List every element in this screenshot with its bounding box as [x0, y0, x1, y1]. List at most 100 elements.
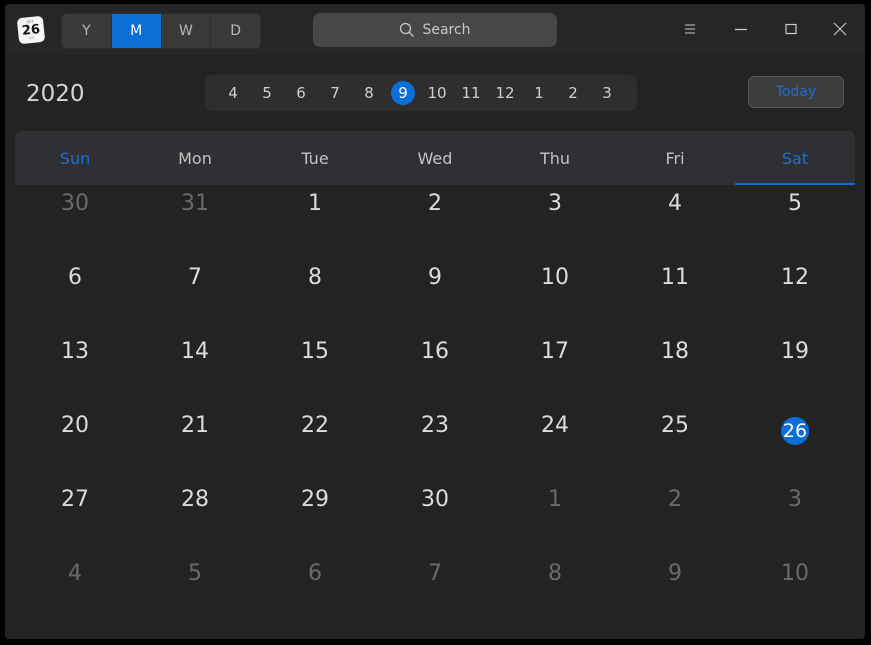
- day-cell[interactable]: 31: [135, 185, 255, 259]
- day-cell[interactable]: 15: [255, 333, 375, 407]
- day-cell[interactable]: 10: [495, 259, 615, 333]
- month-item[interactable]: 5: [250, 80, 284, 106]
- day-cell[interactable]: 10: [735, 555, 855, 629]
- day-cell[interactable]: 5: [735, 185, 855, 259]
- weekday-thu: Thu: [539, 148, 571, 168]
- day-number: 8: [308, 264, 322, 290]
- day-cell[interactable]: 5: [135, 555, 255, 629]
- day-number: 3: [788, 486, 802, 512]
- day-cell[interactable]: 3: [735, 481, 855, 555]
- close-icon: [833, 22, 847, 36]
- month-label: 7: [330, 84, 340, 102]
- day-cell[interactable]: 2: [615, 481, 735, 555]
- today-button[interactable]: Today: [748, 76, 844, 108]
- view-week-button[interactable]: W: [162, 14, 212, 48]
- day-cell[interactable]: 2: [375, 185, 495, 259]
- day-cell[interactable]: 1: [255, 185, 375, 259]
- day-cell[interactable]: 7: [135, 259, 255, 333]
- day-cell[interactable]: 29: [255, 481, 375, 555]
- calendar-app-icon: SEP 26 SAT: [16, 15, 46, 45]
- month-item[interactable]: 10: [420, 80, 454, 106]
- day-number: 4: [668, 190, 682, 216]
- day-cell[interactable]: 4: [615, 185, 735, 259]
- search-input[interactable]: Search: [313, 13, 557, 47]
- day-cell[interactable]: 9: [375, 259, 495, 333]
- day-cell[interactable]: 25: [615, 407, 735, 481]
- day-number: 28: [181, 486, 209, 512]
- day-number: 15: [301, 338, 329, 364]
- view-year-button[interactable]: Y: [62, 14, 112, 48]
- day-number: 4: [68, 560, 82, 586]
- month-label: 5: [262, 84, 272, 102]
- month-label: 3: [602, 84, 612, 102]
- month-item[interactable]: 9: [386, 80, 420, 106]
- view-day-button[interactable]: D: [211, 14, 260, 48]
- day-number: 9: [668, 560, 682, 586]
- weekday-tue: Tue: [301, 148, 329, 168]
- day-cell[interactable]: 23: [375, 407, 495, 481]
- close-button[interactable]: [828, 17, 852, 41]
- day-number: 22: [301, 412, 329, 438]
- day-cell[interactable]: 16: [375, 333, 495, 407]
- day-cell[interactable]: 30: [15, 185, 135, 259]
- day-cell[interactable]: 27: [15, 481, 135, 555]
- day-cell[interactable]: 14: [135, 333, 255, 407]
- day-number: 3: [548, 190, 562, 216]
- month-item[interactable]: 8: [352, 80, 386, 106]
- search-placeholder: Search: [422, 22, 471, 38]
- day-number: 30: [421, 486, 449, 512]
- weekday-fri: Fri: [665, 148, 685, 168]
- day-number: 24: [541, 412, 569, 438]
- month-item[interactable]: 7: [318, 80, 352, 106]
- weekday-wed: Wed: [417, 148, 453, 168]
- day-number: 10: [541, 264, 569, 290]
- month-item[interactable]: 2: [556, 80, 590, 106]
- minimize-icon: [735, 28, 747, 31]
- day-cell[interactable]: 11: [615, 259, 735, 333]
- view-month-button[interactable]: M: [111, 14, 162, 48]
- day-number: 21: [181, 412, 209, 438]
- day-cell[interactable]: 24: [495, 407, 615, 481]
- day-cell[interactable]: 28: [135, 481, 255, 555]
- day-cell[interactable]: 4: [15, 555, 135, 629]
- minimize-button[interactable]: [729, 17, 753, 41]
- day-cell[interactable]: 9: [615, 555, 735, 629]
- day-cell[interactable]: 17: [495, 333, 615, 407]
- month-item[interactable]: 12: [488, 80, 522, 106]
- day-cell[interactable]: 21: [135, 407, 255, 481]
- day-number: 6: [308, 560, 322, 586]
- month-label: 12: [495, 84, 515, 102]
- month-item[interactable]: 3: [590, 80, 624, 106]
- day-cell[interactable]: 12: [735, 259, 855, 333]
- weekday-mon: Mon: [178, 148, 212, 168]
- maximize-button[interactable]: [779, 17, 803, 41]
- day-number: 2: [668, 486, 682, 512]
- day-cell[interactable]: 22: [255, 407, 375, 481]
- day-cell-today[interactable]: 26: [735, 407, 855, 481]
- day-cell[interactable]: 6: [15, 259, 135, 333]
- day-cell[interactable]: 30: [375, 481, 495, 555]
- month-item[interactable]: 4: [216, 80, 250, 106]
- month-item[interactable]: 1: [522, 80, 556, 106]
- day-number: 16: [421, 338, 449, 364]
- day-number: 18: [661, 338, 689, 364]
- day-cell[interactable]: 19: [735, 333, 855, 407]
- day-cell[interactable]: 7: [375, 555, 495, 629]
- day-cell[interactable]: 18: [615, 333, 735, 407]
- titlebar: SEP 26 SAT Y M W D Search: [5, 4, 865, 54]
- day-cell[interactable]: 3: [495, 185, 615, 259]
- day-cell[interactable]: 20: [15, 407, 135, 481]
- day-cell[interactable]: 6: [255, 555, 375, 629]
- day-cell[interactable]: 1: [495, 481, 615, 555]
- month-label: 10: [427, 84, 447, 102]
- menu-icon: [685, 24, 695, 34]
- month-item[interactable]: 6: [284, 80, 318, 106]
- menu-button[interactable]: [678, 17, 702, 41]
- day-cell[interactable]: 13: [15, 333, 135, 407]
- day-number: 7: [428, 560, 442, 586]
- day-cell[interactable]: 8: [495, 555, 615, 629]
- day-cell[interactable]: 8: [255, 259, 375, 333]
- day-number: 11: [661, 264, 689, 290]
- year-label[interactable]: 2020: [26, 81, 85, 107]
- month-item[interactable]: 11: [454, 80, 488, 106]
